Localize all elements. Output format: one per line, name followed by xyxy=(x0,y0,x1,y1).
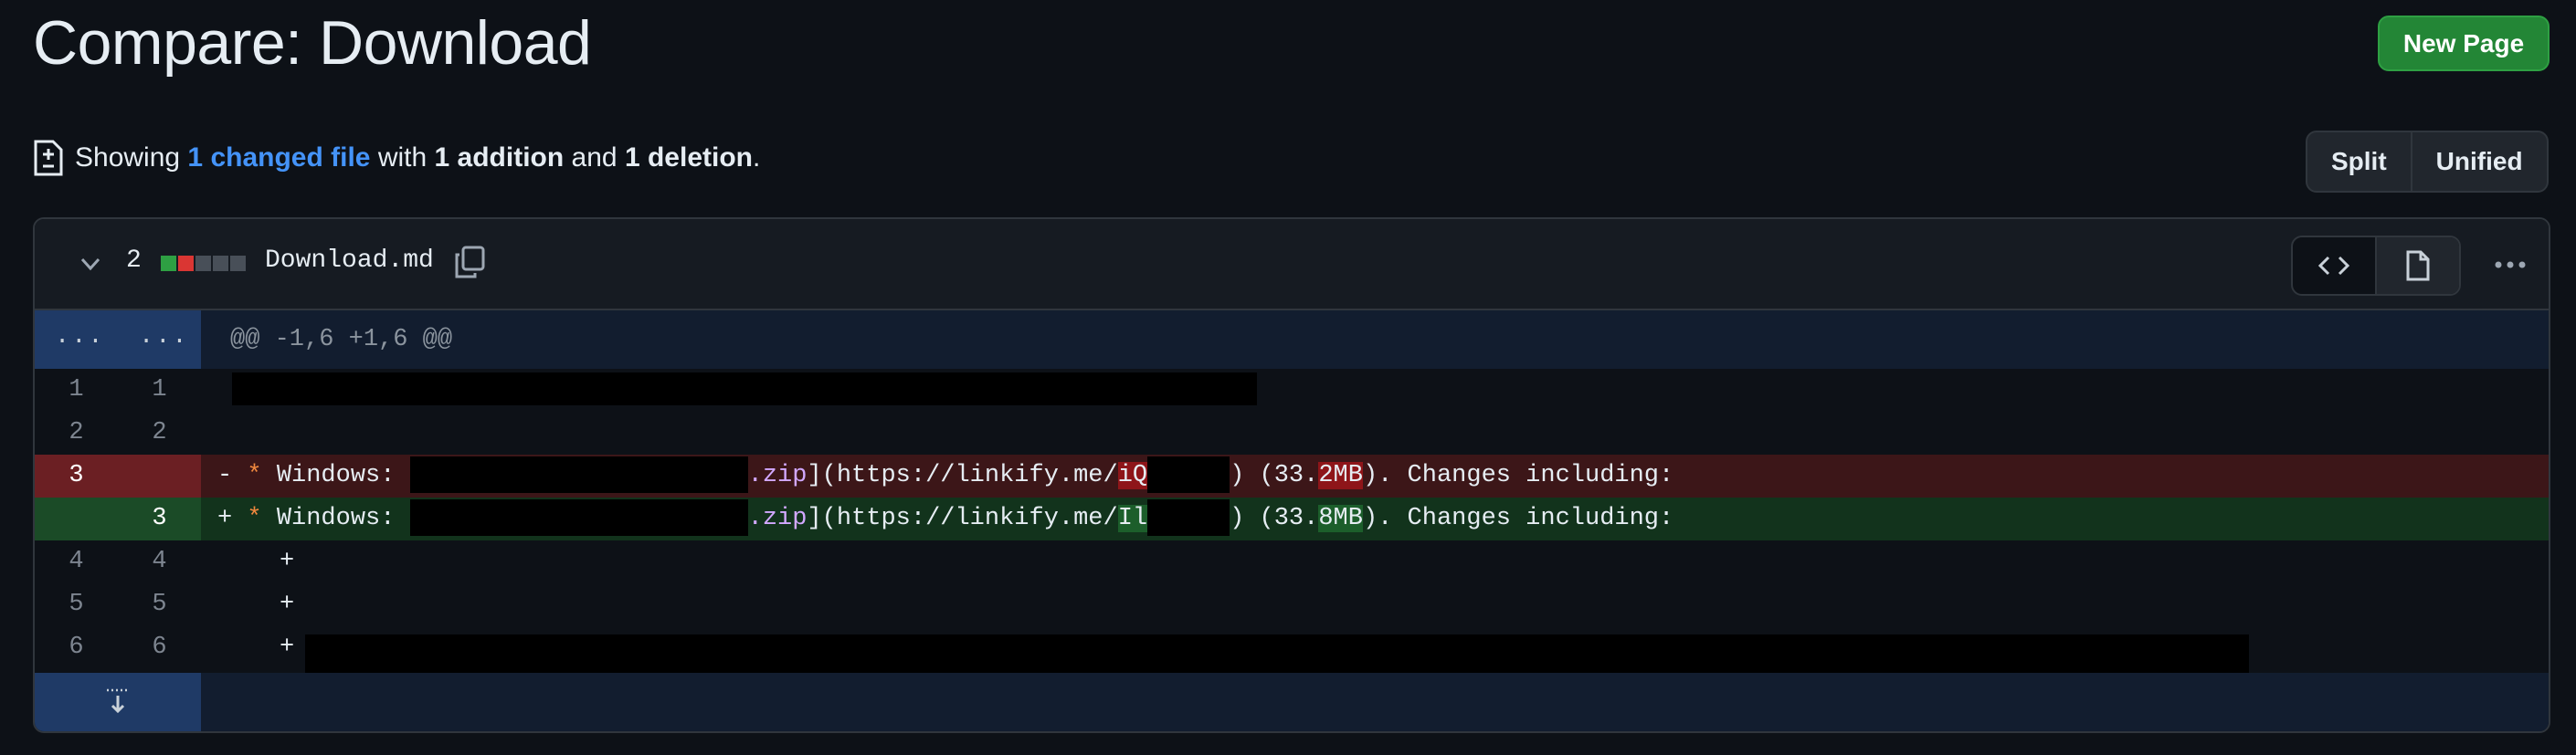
new-line-number[interactable]: 6 xyxy=(118,626,201,669)
additions-count: 1 addition xyxy=(434,142,565,173)
line-rest: ). Changes including: xyxy=(1362,462,1674,489)
diff-sign: + xyxy=(217,505,233,532)
line-content xyxy=(232,369,2549,412)
file-diff: 2 Download.md ... ... @@ -1,6 +1,6 @@ 1 … xyxy=(33,217,2550,733)
source-view-button[interactable] xyxy=(2293,237,2377,294)
change-count: 2 xyxy=(126,246,142,275)
rich-view-button[interactable] xyxy=(2377,237,2459,294)
file-view-buttons xyxy=(2291,236,2461,296)
new-line-number[interactable]: 5 xyxy=(118,583,201,626)
copy-icon[interactable] xyxy=(453,245,486,279)
diffstat-block xyxy=(178,256,194,271)
file-diff-icon xyxy=(34,140,63,176)
diff-lines: ... ... @@ -1,6 +1,6 @@ 1 1 2 2 3 - * Wi… xyxy=(35,310,2549,731)
hunk-header: @@ -1,6 +1,6 @@ xyxy=(230,326,453,353)
old-line-number[interactable]: 2 xyxy=(35,412,118,455)
file-header: 2 Download.md xyxy=(35,219,2549,310)
summary-and: and xyxy=(571,142,618,173)
url-prefix: ](https://linkify.me/ xyxy=(807,505,1118,532)
hunk-header-row: ... ... @@ -1,6 +1,6 @@ xyxy=(35,310,2549,369)
diff-line: 1 1 xyxy=(35,369,2549,412)
diffstat-block xyxy=(161,256,176,271)
old-line-number[interactable]: 4 xyxy=(35,540,118,583)
split-view-button[interactable]: Split xyxy=(2307,132,2412,191)
hunk-dots-right: ... xyxy=(139,323,189,351)
new-line-number[interactable]: 3 xyxy=(118,498,201,540)
hunk-expand-gutter[interactable]: ... ... xyxy=(35,310,201,369)
new-line-number[interactable]: 2 xyxy=(118,412,201,455)
summary-suffix: . xyxy=(752,142,761,173)
diff-view-toggle: Split Unified xyxy=(2306,131,2549,193)
diffstat-block xyxy=(195,256,211,271)
diff-summary: Showing 1 changed file with 1 addition a… xyxy=(33,135,760,181)
unfold-down-icon xyxy=(107,688,129,714)
old-line-number[interactable] xyxy=(35,498,118,540)
size-open: ) (33. xyxy=(1230,505,1319,532)
file-extension: .zip xyxy=(747,462,808,489)
size-open: ) (33. xyxy=(1230,462,1319,489)
windows-label: Windows: xyxy=(276,505,396,532)
line-content: - * Windows: .zip](https://linkify.me/iQ… xyxy=(217,455,2549,498)
old-line-number[interactable]: 6 xyxy=(35,626,118,669)
redacted-block xyxy=(1147,456,1230,493)
changed-size: 8MB xyxy=(1318,505,1363,532)
line-content: + xyxy=(280,591,295,618)
chevron-down-icon[interactable] xyxy=(77,250,104,278)
redacted-block xyxy=(409,498,748,536)
changed-url-part: Il xyxy=(1117,505,1148,532)
unified-view-button[interactable]: Unified xyxy=(2412,132,2547,191)
diff-sign: - xyxy=(217,462,233,489)
new-line-number[interactable]: 4 xyxy=(118,540,201,583)
deleted-line: 3 - * Windows: .zip](https://linkify.me/… xyxy=(35,455,2549,498)
code-icon xyxy=(2317,256,2350,276)
diffstat xyxy=(161,256,246,271)
diffstat-block xyxy=(213,256,228,271)
list-marker: * xyxy=(247,462,262,489)
line-content: + * Windows: .zip](https://linkify.me/Il… xyxy=(217,498,2549,540)
line-rest: ). Changes including: xyxy=(1362,505,1674,532)
diff-line: 4 4 + xyxy=(35,540,2549,583)
diffstat-block xyxy=(230,256,246,271)
line-content xyxy=(201,412,2549,455)
old-line-number[interactable]: 3 xyxy=(35,455,118,498)
hunk-dots-left: ... xyxy=(55,323,105,351)
added-line: 3 + * Windows: .zip](https://linkify.me/… xyxy=(35,498,2549,540)
new-line-number[interactable]: 1 xyxy=(118,369,201,412)
new-page-button[interactable]: New Page xyxy=(2378,16,2550,71)
page-title: Compare: Download xyxy=(33,8,592,78)
diff-line: 2 2 xyxy=(35,412,2549,455)
summary-prefix: Showing xyxy=(75,142,181,173)
diff-line: 5 5 + xyxy=(35,583,2549,626)
file-name[interactable]: Download.md xyxy=(265,246,434,275)
new-line-number[interactable] xyxy=(118,455,201,498)
file-icon xyxy=(2406,250,2430,281)
file-extension: .zip xyxy=(747,505,808,532)
expand-down-button[interactable] xyxy=(35,673,201,731)
url-prefix: ](https://linkify.me/ xyxy=(807,462,1118,489)
list-marker: * xyxy=(247,505,262,532)
redacted-block xyxy=(1147,498,1230,536)
windows-label: Windows: xyxy=(276,462,396,489)
more-options-icon[interactable] xyxy=(2492,254,2528,276)
old-line-number[interactable]: 5 xyxy=(35,583,118,626)
changed-files-link[interactable]: 1 changed file xyxy=(187,142,370,173)
expand-row xyxy=(35,673,2549,731)
redacted-block xyxy=(232,372,1257,405)
redacted-block xyxy=(409,456,748,493)
summary-with: with xyxy=(377,142,428,173)
changed-url-part: iQ xyxy=(1117,462,1148,489)
changed-size: 2MB xyxy=(1318,462,1363,489)
line-content: + xyxy=(280,548,295,575)
old-line-number[interactable]: 1 xyxy=(35,369,118,412)
deletions-count: 1 deletion xyxy=(624,142,753,173)
